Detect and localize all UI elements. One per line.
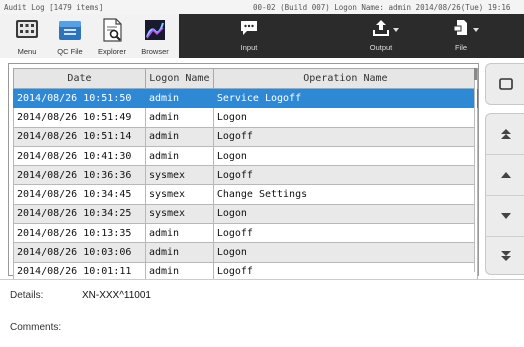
cell-operation-name: Service Logoff bbox=[212, 87, 479, 109]
cell-operation-name: Logon bbox=[212, 107, 479, 128]
explorer-icon bbox=[103, 18, 122, 42]
cell-operation-name: Logon bbox=[212, 145, 479, 167]
speech-bubble-icon bbox=[241, 21, 257, 35]
document-icon bbox=[453, 20, 467, 35]
window-title: Audit Log [1479 items] bbox=[4, 3, 104, 12]
cell-operation-name: Change Settings bbox=[212, 184, 479, 205]
scrollbar-thumb[interactable] bbox=[474, 68, 477, 80]
browser-icon bbox=[145, 20, 165, 40]
cell-logon-name: sysmex bbox=[144, 165, 214, 186]
audit-log-panel: Date Logon Name Operation Name 2014/08/2… bbox=[8, 63, 479, 282]
file-chevron-down-icon bbox=[473, 28, 479, 32]
cell-date: 2014/08/26 10:03:06 bbox=[13, 242, 146, 263]
cell-logon-name: sysmex bbox=[144, 184, 214, 205]
output-button[interactable]: Output bbox=[355, 14, 407, 58]
cell-logon-name: admin bbox=[144, 242, 214, 263]
browser-button[interactable]: Browser bbox=[134, 17, 176, 57]
file-label: File bbox=[454, 43, 468, 52]
chevron-down-icon bbox=[501, 213, 511, 219]
file-button[interactable]: File bbox=[435, 14, 487, 58]
page-down-button[interactable] bbox=[486, 196, 524, 236]
cell-date: 2014/08/26 10:13:35 bbox=[13, 223, 146, 244]
cell-operation-name: Logon bbox=[212, 203, 479, 225]
qc-file-label: QC File bbox=[57, 47, 83, 56]
cell-logon-name: admin bbox=[144, 223, 214, 244]
table-row[interactable]: 2014/08/26 10:13:35 admin Logoff bbox=[13, 223, 479, 244]
table-row[interactable]: 2014/08/26 10:36:36 sysmex Logoff bbox=[13, 165, 479, 186]
output-label: Output bbox=[369, 43, 393, 52]
table-row[interactable]: 2014/08/26 10:03:06 admin Logon bbox=[13, 242, 479, 263]
toolbar-dark-group: Input Output File bbox=[179, 14, 524, 58]
scroll-top-button[interactable] bbox=[486, 114, 524, 154]
cell-date: 2014/08/26 10:34:45 bbox=[13, 184, 146, 205]
cell-logon-name: admin bbox=[144, 126, 214, 147]
double-chevron-down-icon bbox=[501, 251, 511, 261]
table-row[interactable]: 2014/08/26 10:41:30 admin Logon bbox=[13, 145, 479, 167]
cell-date: 2014/08/26 10:36:36 bbox=[13, 165, 146, 186]
upload-tray-icon bbox=[373, 20, 389, 36]
scroll-bottom-button[interactable] bbox=[486, 237, 524, 275]
table-header-row: Date Logon Name Operation Name bbox=[13, 68, 479, 89]
cell-date: 2014/08/26 10:51:49 bbox=[13, 107, 146, 128]
keypad-icon bbox=[16, 20, 38, 38]
table-row[interactable]: 2014/08/26 10:34:25 sysmex Logon bbox=[13, 203, 479, 225]
chevron-up-icon bbox=[501, 172, 511, 178]
column-header-date[interactable]: Date bbox=[13, 68, 146, 89]
table-scrollbar[interactable] bbox=[474, 68, 477, 272]
comments-label: Comments: bbox=[10, 322, 62, 333]
cell-operation-name: Logoff bbox=[212, 126, 479, 147]
toolbar: Menu QC File Explorer Browser Input Outp… bbox=[0, 14, 524, 58]
cell-logon-name: sysmex bbox=[144, 203, 214, 225]
details-value: XN-XXX^11001 bbox=[82, 290, 151, 301]
status-info: 00-02 (Build 007) Logon Name: admin 2014… bbox=[253, 3, 511, 12]
select-button[interactable] bbox=[485, 63, 524, 105]
column-header-operation-name[interactable]: Operation Name bbox=[212, 68, 479, 89]
table-row[interactable]: 2014/08/26 10:34:45 sysmex Change Settin… bbox=[13, 184, 479, 205]
column-header-logon-name[interactable]: Logon Name bbox=[144, 68, 214, 89]
cell-date: 2014/08/26 10:51:50 bbox=[13, 87, 146, 109]
cell-date: 2014/08/26 10:34:25 bbox=[13, 203, 146, 225]
table-row[interactable]: 2014/08/26 10:51:49 admin Logon bbox=[13, 107, 479, 128]
qc-file-icon bbox=[59, 21, 81, 40]
cell-logon-name: admin bbox=[144, 107, 214, 128]
input-label: Input bbox=[240, 43, 258, 52]
cell-logon-name: admin bbox=[144, 87, 214, 109]
cell-operation-name: Logoff bbox=[212, 165, 479, 186]
cell-operation-name: Logon bbox=[212, 242, 479, 263]
double-chevron-up-icon bbox=[501, 129, 511, 139]
browser-label: Browser bbox=[141, 47, 169, 56]
cell-operation-name: Logoff bbox=[212, 223, 479, 244]
output-chevron-down-icon bbox=[393, 28, 399, 32]
toolbar-left-group: Menu QC File Explorer Browser bbox=[4, 14, 176, 58]
menu-button[interactable]: Menu bbox=[6, 17, 48, 57]
details-area: Details: XN-XXX^11001 Comments: bbox=[0, 279, 524, 347]
explorer-button[interactable]: Explorer bbox=[91, 17, 133, 57]
audit-log-table: Date Logon Name Operation Name 2014/08/2… bbox=[13, 68, 479, 282]
rectangle-icon bbox=[499, 78, 513, 90]
cell-date: 2014/08/26 10:41:30 bbox=[13, 145, 146, 167]
menu-label: Menu bbox=[17, 47, 37, 56]
page-up-button[interactable] bbox=[486, 155, 524, 195]
cell-logon-name: admin bbox=[144, 145, 214, 167]
details-label: Details: bbox=[10, 290, 44, 301]
table-row[interactable]: 2014/08/26 10:51:14 admin Logoff bbox=[13, 126, 479, 147]
input-button[interactable]: Input bbox=[225, 14, 273, 58]
title-bar: Audit Log [1479 items] 00-02 (Build 007)… bbox=[0, 0, 524, 14]
cell-date: 2014/08/26 10:51:14 bbox=[13, 126, 146, 147]
explorer-label: Explorer bbox=[98, 47, 126, 56]
scroll-button-group bbox=[485, 113, 524, 275]
table-row[interactable]: 2014/08/26 10:51:50 admin Service Logoff bbox=[13, 87, 479, 109]
qc-file-button[interactable]: QC File bbox=[49, 17, 91, 57]
